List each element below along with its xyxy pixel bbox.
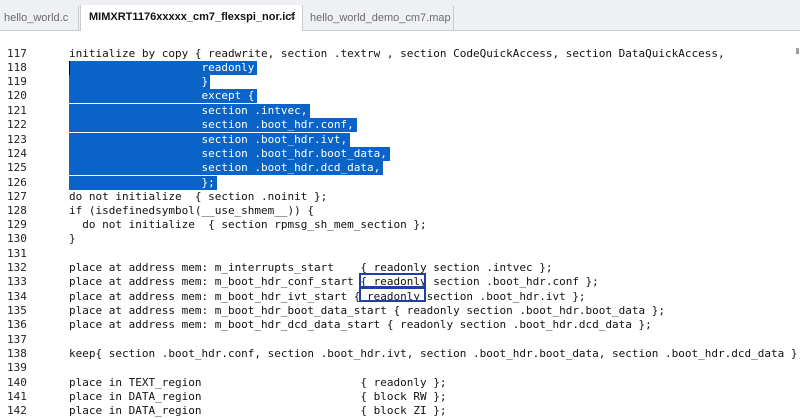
highlight-box-readonly-133 (359, 273, 426, 288)
code-text: place at address mem: m_interrupts_start… (69, 261, 553, 274)
line-number: 138 (7, 347, 27, 360)
code-text: }; (69, 176, 215, 189)
code-text: do not initialize { section rpmsg_sh_mem… (69, 218, 427, 231)
code-text: section .boot_hdr.boot_data, (69, 147, 387, 160)
code-line[interactable]: 142 place in DATA_region { block ZI }; (0, 404, 800, 418)
line-number: 127 (7, 190, 27, 203)
line-number: 128 (7, 204, 27, 217)
line-number: 142 (7, 404, 27, 417)
tab-hello-world-c[interactable]: hello_world.c (0, 6, 79, 30)
code-text: place in TEXT_region { readonly }; (69, 376, 447, 389)
code-line[interactable]: 125 section .boot_hdr.dcd_data, (0, 161, 800, 175)
code-line[interactable]: 141 place in DATA_region { block RW }; (0, 390, 800, 404)
code-line[interactable]: 138 keep{ section .boot_hdr.conf, section… (0, 347, 800, 361)
code-text: } (69, 75, 209, 88)
code-text: initialize by copy { readwrite, section … (69, 47, 725, 60)
code-text: keep{ section .boot_hdr.conf, section .b… (69, 347, 800, 360)
code-text: place at address mem: m_boot_hdr_conf_st… (69, 275, 599, 288)
line-number: 117 (7, 47, 27, 60)
code-line[interactable]: 140 place in TEXT_region { readonly }; (0, 376, 800, 390)
code-line[interactable]: 129 do not initialize { section rpmsg_sh… (0, 218, 800, 232)
code-line[interactable]: 137 (0, 333, 800, 347)
line-number: 124 (7, 147, 27, 160)
code-line[interactable]: 128 if (isdefinedsymbol(__use_shmem__)) { (0, 204, 800, 218)
code-line[interactable]: 135 place at address mem: m_boot_hdr_boot… (0, 304, 800, 318)
code-editor[interactable]: 117 initialize by copy { readwrite, secti… (0, 31, 800, 417)
highlight-box-readonly-134 (359, 287, 426, 302)
code-text: section .boot_hdr.conf, (69, 118, 354, 131)
line-number: 132 (7, 261, 27, 274)
line-number: 139 (7, 361, 27, 374)
code-line[interactable]: 123 section .boot_hdr.ivt, (0, 133, 800, 147)
line-number: 120 (7, 89, 27, 102)
code-line[interactable]: 126 }; (0, 176, 800, 190)
line-number: 123 (7, 133, 27, 146)
code-text: place at address mem: m_boot_hdr_ivt_sta… (69, 290, 586, 303)
line-number: 122 (7, 118, 27, 131)
code-line[interactable]: 120 except { (0, 89, 800, 103)
code-line[interactable]: 122 section .boot_hdr.conf, (0, 118, 800, 132)
tab-map-file[interactable]: hello_world_demo_cm7.map (304, 6, 454, 30)
line-number: 119 (7, 75, 27, 88)
code-text: except { (69, 89, 255, 102)
line-number: 126 (7, 176, 27, 189)
code-line[interactable]: 117 initialize by copy { readwrite, secti… (0, 47, 800, 61)
tab-icf-file[interactable]: MIMXRT1176xxxxx_cm7_flexspi_nor.icf × (80, 5, 303, 31)
code-line[interactable]: 130} (0, 232, 800, 246)
line-number: 121 (7, 104, 27, 117)
code-line[interactable]: 127 do not initialize { section .noinit }… (0, 190, 800, 204)
code-text: } (69, 232, 76, 245)
code-text: section .boot_hdr.dcd_data, (69, 161, 381, 174)
tab-label: hello_world.c (4, 12, 69, 24)
code-text: section .boot_hdr.ivt, (69, 133, 348, 146)
code-line[interactable]: 136 place at address mem: m_boot_hdr_dcd_… (0, 318, 800, 332)
line-number: 129 (7, 218, 27, 231)
line-number: 137 (7, 333, 27, 346)
code-text: place at address mem: m_boot_hdr_boot_da… (69, 304, 666, 317)
code-line[interactable]: 119 } (0, 75, 800, 89)
code-text: do not initialize { section .noinit }; (69, 190, 328, 203)
line-number: 131 (7, 247, 27, 260)
line-number: 125 (7, 161, 27, 174)
line-number: 135 (7, 304, 27, 317)
line-number: 141 (7, 390, 27, 403)
close-icon[interactable]: × (290, 5, 296, 29)
code-line[interactable]: 139 (0, 361, 800, 375)
code-text: place in DATA_region { block ZI }; (69, 404, 447, 417)
line-number: 130 (7, 232, 27, 245)
line-number: 140 (7, 376, 27, 389)
code-text: place at address mem: m_boot_hdr_dcd_dat… (69, 318, 652, 331)
code-text: if (isdefinedsymbol(__use_shmem__)) { (69, 204, 315, 217)
code-text: readonly (69, 61, 255, 74)
line-number: 136 (7, 318, 27, 331)
line-number: 118 (7, 61, 27, 74)
code-line[interactable]: 124 section .boot_hdr.boot_data, (0, 147, 800, 161)
code-line[interactable]: 131 (0, 247, 800, 261)
code-text: place in DATA_region { block RW }; (69, 390, 447, 403)
text-caret (69, 61, 70, 75)
code-text: section .intvec, (69, 104, 308, 117)
tab-label: hello_world_demo_cm7.map (310, 12, 451, 24)
line-number: 133 (7, 275, 27, 288)
tab-label: MIMXRT1176xxxxx_cm7_flexspi_nor.icf (89, 11, 296, 23)
editor-tab-bar: hello_world.c MIMXRT1176xxxxx_cm7_flexsp… (0, 0, 800, 31)
code-line[interactable]: 118 readonly (0, 61, 800, 75)
line-number: 134 (7, 290, 27, 303)
code-line[interactable]: 121 section .intvec, (0, 104, 800, 118)
